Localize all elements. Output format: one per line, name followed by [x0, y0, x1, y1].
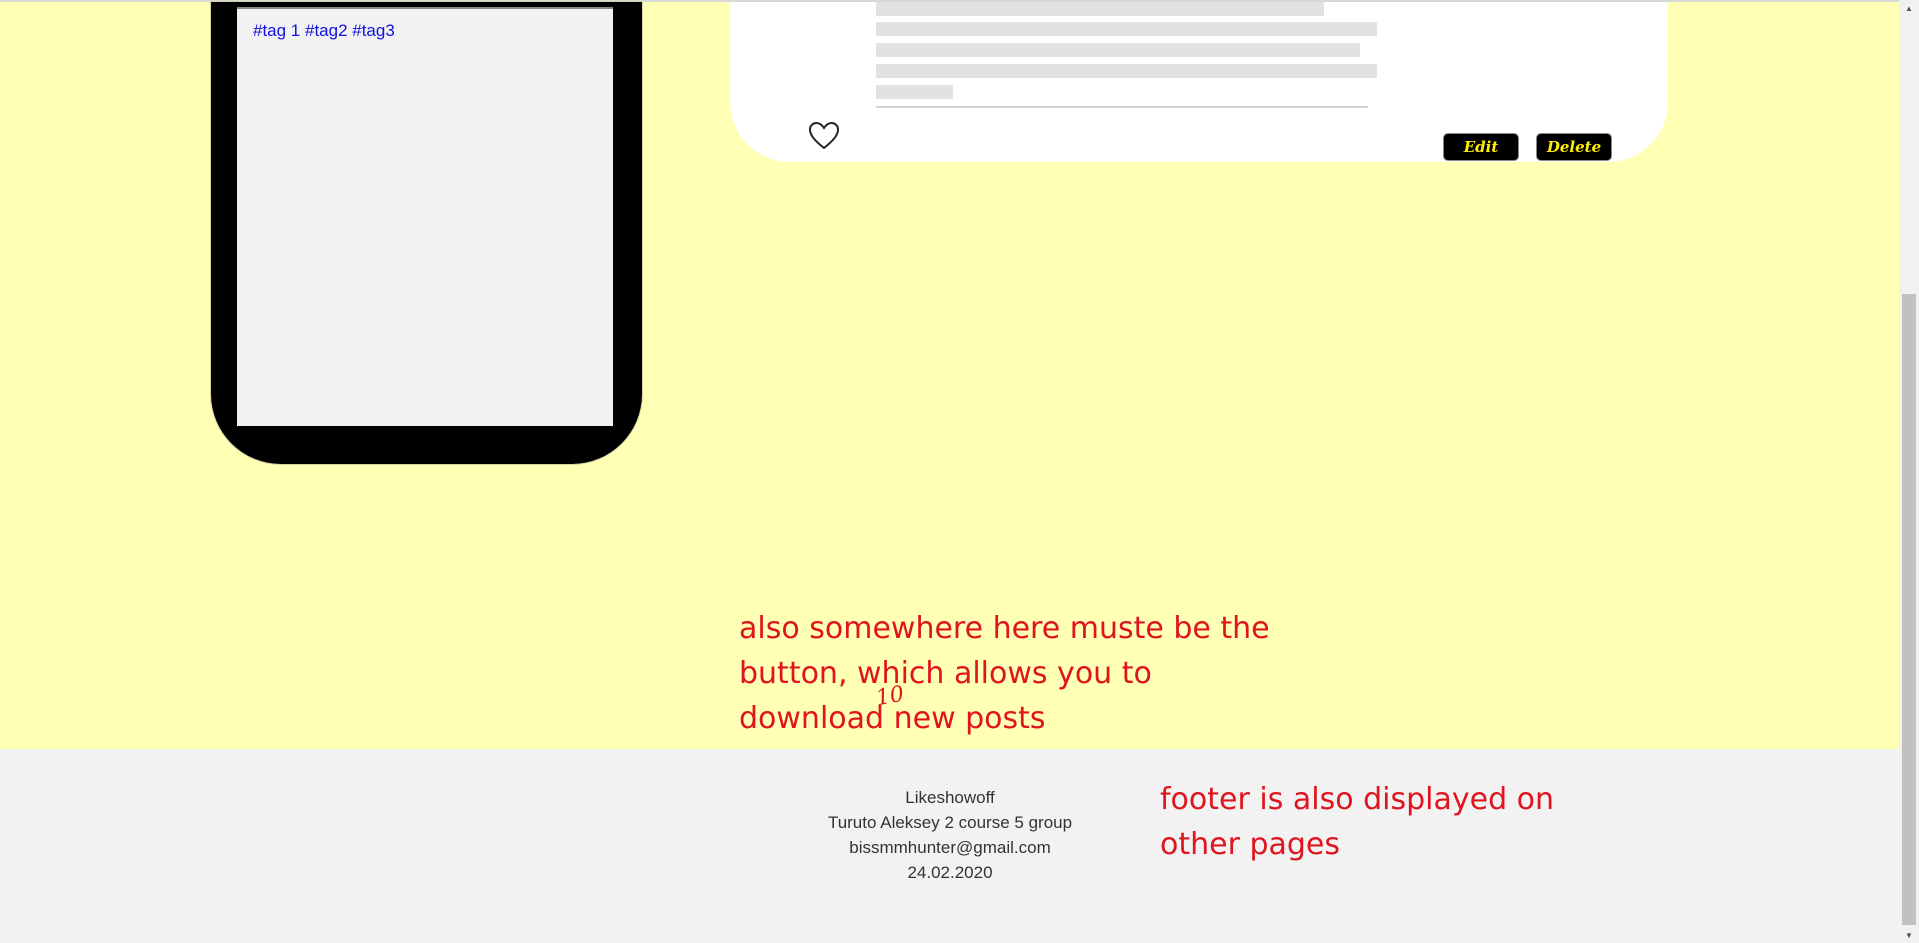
footer-author: Turuto Aleksey 2 course 5 group	[827, 813, 1073, 832]
footer-info: Likeshowoff Turuto Aleksey 2 course 5 gr…	[800, 785, 1100, 885]
phone-mockup: #tag 1 #tag2 #tag3	[211, 2, 642, 464]
post-card: Edit Delete	[730, 2, 1668, 162]
placeholder-text-line	[876, 2, 1324, 16]
footer: Likeshowoff Turuto Aleksey 2 course 5 gr…	[0, 749, 1899, 943]
annotation-footer-note: footer is also displayed on other pages	[1160, 782, 1555, 862]
triangle-down-icon[interactable]: ▼	[1899, 927, 1919, 943]
annotation-load-more-note: also somewhere here muste be the button,…	[739, 611, 1270, 736]
delete-button[interactable]: Delete	[1536, 133, 1612, 161]
vertical-scrollbar[interactable]: ▲ ▼	[1899, 0, 1919, 943]
footer-site-name: Likeshowoff	[905, 788, 995, 807]
heart-outline-icon[interactable]	[808, 120, 840, 152]
main-content: #tag 1 #tag2 #tag3 Edit Delete also some…	[0, 2, 1899, 749]
footer-email: bissmmhunter@gmail.com	[849, 838, 1051, 857]
placeholder-text-line	[876, 64, 1377, 78]
placeholder-text-line	[876, 43, 1360, 57]
triangle-up-icon[interactable]: ▲	[1899, 0, 1919, 16]
scrollbar-thumb[interactable]	[1902, 294, 1916, 925]
phone-screen: #tag 1 #tag2 #tag3	[237, 7, 613, 426]
footer-date: 24.02.2020	[907, 863, 993, 882]
post-tags[interactable]: #tag 1 #tag2 #tag3	[253, 21, 395, 41]
placeholder-text-line	[876, 22, 1377, 36]
post-divider	[876, 106, 1368, 108]
page: #tag 1 #tag2 #tag3 Edit Delete also some…	[0, 0, 1919, 943]
edit-button[interactable]: Edit	[1443, 133, 1519, 161]
annotation-scribble: 10	[874, 681, 906, 712]
placeholder-text-line	[876, 85, 953, 99]
